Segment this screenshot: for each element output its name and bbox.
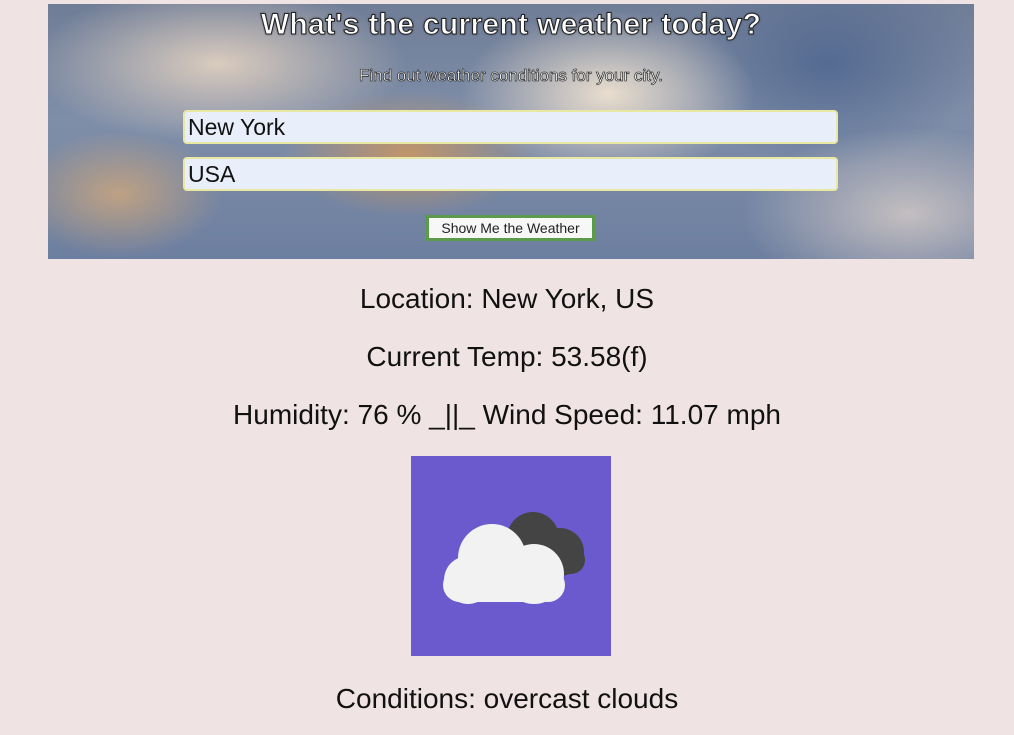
page-subtitle: Find out weather conditions for your cit… — [359, 66, 664, 86]
conditions-label: Conditions: — [335, 683, 476, 714]
location-value: New York, US — [481, 283, 655, 314]
location-label: Location: — [359, 283, 474, 314]
separator-text: _||_ — [429, 399, 475, 430]
hero-banner: What's the current weather today? Find o… — [48, 4, 974, 259]
page-title: What's the current weather today? — [260, 8, 762, 42]
show-weather-button[interactable]: Show Me the Weather — [426, 215, 595, 241]
humidity-value: 76 % — [357, 399, 422, 430]
temperature-line: Current Temp: 53.58(f) — [0, 341, 1014, 373]
humidity-label: Humidity: — [233, 399, 350, 430]
wind-speed-label: Wind Speed: — [482, 399, 643, 430]
country-input[interactable] — [183, 157, 838, 191]
wind-speed-value: 11.07 mph — [650, 399, 781, 430]
overcast-clouds-icon — [443, 512, 585, 604]
conditions-line: Conditions: overcast clouds — [0, 683, 1014, 715]
conditions-value: overcast clouds — [483, 683, 679, 714]
temperature-label: Current Temp: — [366, 341, 544, 372]
humidity-wind-line: Humidity: 76 % _||_ Wind Speed: 11.07 mp… — [0, 399, 1014, 431]
location-line: Location: New York, US — [0, 283, 1014, 315]
weather-condition-image — [411, 456, 611, 656]
city-input[interactable] — [183, 110, 838, 144]
temperature-value: 53.58(f) — [551, 341, 648, 372]
